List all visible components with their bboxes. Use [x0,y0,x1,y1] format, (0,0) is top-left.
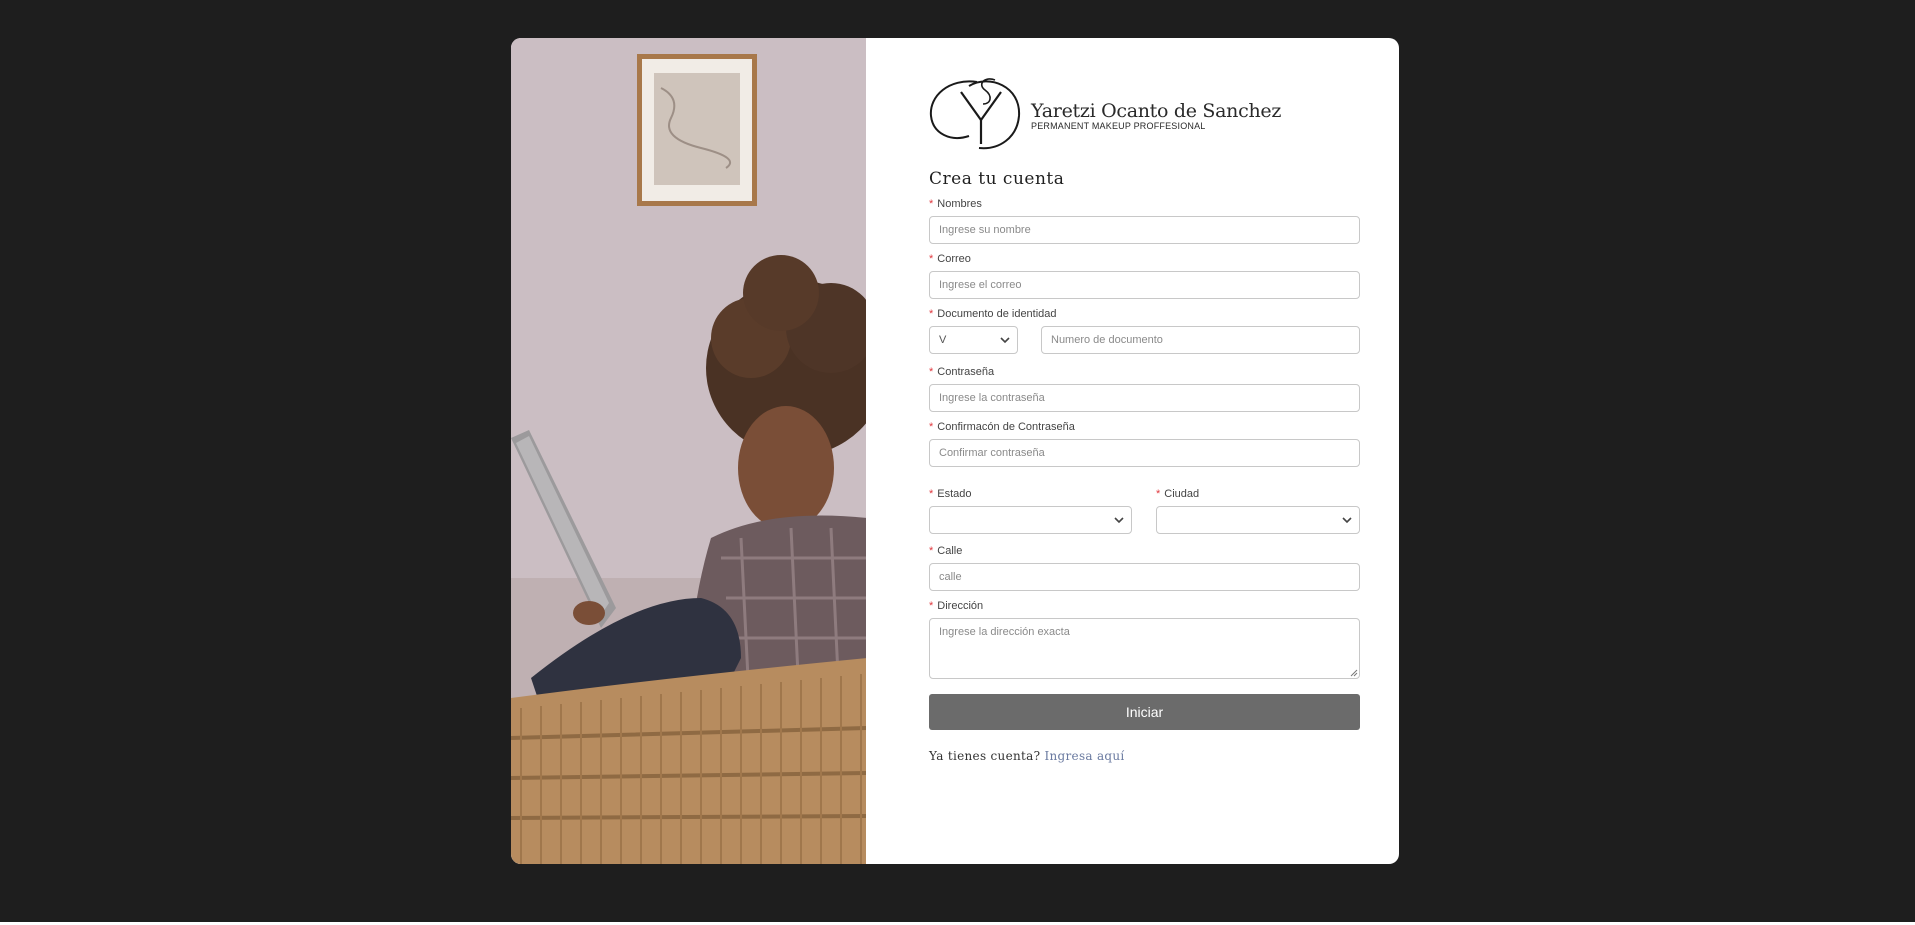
field-calle: * Calle [929,545,1360,591]
field-documento: * Documento de identidad V [929,308,1360,354]
document-type-value: V [939,334,947,346]
field-ciudad: * Ciudad [1156,488,1360,534]
required-marker: * [929,253,934,265]
field-correo: * Correo [929,253,1360,299]
label-nombres: * Nombres [929,198,982,210]
required-marker: * [929,198,934,210]
chevron-down-icon [1342,517,1352,524]
password-input[interactable] [929,384,1360,412]
required-marker: * [1156,488,1161,500]
brand-logo: Yaretzi Ocanto de Sanchez PERMANENT MAKE… [929,76,1360,152]
label-ciudad: * Ciudad [1156,488,1200,500]
confirm-password-input[interactable] [929,439,1360,467]
label-direccion: * Dirección [929,600,984,612]
field-estado: * Estado [929,488,1132,534]
label-estado: * Estado [929,488,972,500]
field-nombres: * Nombres [929,198,1360,244]
direccion-textarea[interactable] [929,618,1360,679]
resize-handle-icon[interactable] [1349,668,1358,677]
label-documento: * Documento de identidad [929,308,1057,320]
login-prompt-line: Ya tienes cuenta? Ingresa aquí [929,749,1360,763]
brand-monogram-icon [929,76,1025,152]
required-marker: * [929,366,934,378]
required-marker: * [929,488,934,500]
estado-select[interactable] [929,506,1132,534]
correo-input[interactable] [929,271,1360,299]
field-direccion: * Dirección [929,600,1360,679]
document-type-select[interactable]: V [929,326,1018,354]
login-prompt-text: Ya tienes cuenta? [929,749,1041,763]
label-correo: * Correo [929,253,971,265]
ciudad-select[interactable] [1156,506,1360,534]
nombres-input[interactable] [929,216,1360,244]
chevron-down-icon [1114,517,1124,524]
required-marker: * [929,308,934,320]
location-row: * Estado * Ciudad [929,488,1360,534]
required-marker: * [929,545,934,557]
hero-photo [511,38,866,864]
form-title: Crea tu cuenta [929,169,1065,189]
brand-name: Yaretzi Ocanto de Sanchez [1031,99,1282,122]
brand-subtitle: PERMANENT MAKEUP PROFFESIONAL [1031,120,1206,131]
field-contrasena: * Contraseña [929,366,1360,412]
label-calle: * Calle [929,545,963,557]
calle-input[interactable] [929,563,1360,591]
login-link[interactable]: Ingresa aquí [1044,749,1124,763]
label-confirmacion: * Confirmacón de Contraseña [929,421,1075,433]
document-number-input[interactable] [1041,326,1360,354]
submit-button[interactable]: Iniciar [929,694,1360,730]
chevron-down-icon [1000,337,1010,344]
register-card: Yaretzi Ocanto de Sanchez PERMANENT MAKE… [511,38,1399,864]
field-confirmacion: * Confirmacón de Contraseña [929,421,1360,467]
register-form: Yaretzi Ocanto de Sanchez PERMANENT MAKE… [866,38,1399,864]
required-marker: * [929,600,934,612]
required-marker: * [929,421,934,433]
label-contrasena: * Contraseña [929,366,995,378]
